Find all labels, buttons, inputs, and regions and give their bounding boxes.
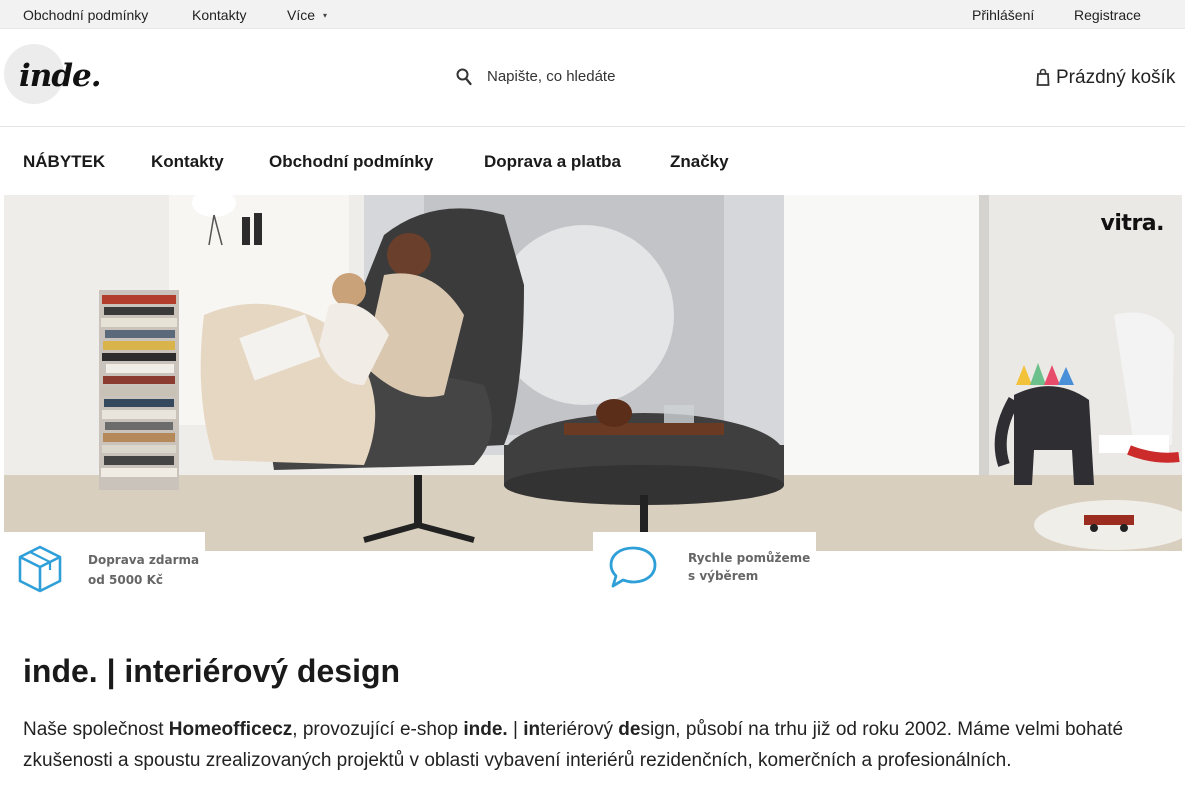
nav-item-terms[interactable]: Obchodní podmínky <box>269 152 433 172</box>
intro-text-1: Naše společnost <box>23 719 169 740</box>
nav-item-shipping[interactable]: Doprava a platba <box>484 152 621 172</box>
search-input[interactable]: Napište, co hledáte <box>487 68 615 85</box>
cart-bag-icon <box>1036 68 1050 86</box>
intro-text-4: teriérový <box>540 719 619 740</box>
benefit-free-shipping: Doprava zdarma od 5000 Kč <box>4 532 205 602</box>
benefit-help-choosing-text: Rychle pomůžeme s výběrem <box>688 549 810 585</box>
top-link-more[interactable]: Více ▾ <box>287 7 327 23</box>
intro-in-highlight: in <box>523 719 541 740</box>
cart-label: Prázdný košík <box>1056 67 1176 88</box>
benefit-line1: Rychle pomůžeme <box>688 551 811 565</box>
benefit-line2: od 5000 Kč <box>88 573 163 587</box>
login-link[interactable]: Přihlášení <box>972 7 1034 23</box>
intro-company-name: Homeofficecz <box>168 719 293 740</box>
top-link-terms[interactable]: Obchodní podmínky <box>23 7 148 23</box>
intro-text-2: , provozující e-shop <box>292 719 464 740</box>
cart-button[interactable]: Prázdný košík <box>1036 57 1181 97</box>
intro-text-3: | <box>507 719 524 740</box>
nav-item-contacts[interactable]: Kontakty <box>151 152 224 172</box>
top-link-more-label: Více <box>287 7 316 23</box>
box-icon <box>18 545 62 593</box>
intro-shop-name: inde. <box>463 719 508 740</box>
register-link[interactable]: Registrace <box>1074 7 1141 23</box>
hero-image <box>4 195 1182 551</box>
intro-de-highlight: de <box>618 719 641 740</box>
hero-banner[interactable]: vitra. <box>4 195 1182 551</box>
site-header: inde. Napište, co hledáte Prázdný košík <box>0 29 1185 127</box>
chevron-down-icon: ▾ <box>323 11 328 20</box>
benefit-free-shipping-text: Doprava zdarma od 5000 Kč <box>88 550 199 590</box>
benefit-help-choosing: Rychle pomůžeme s výběrem <box>593 532 816 602</box>
top-utility-bar: Obchodní podmínky Kontakty Více ▾ Přihláš… <box>0 0 1185 29</box>
benefit-line2: s výběrem <box>688 569 759 583</box>
intro-paragraph: Naše společnost Homeofficecz, provozujíc… <box>23 714 1173 776</box>
top-link-contacts[interactable]: Kontakty <box>192 7 246 23</box>
main-navigation: NÁBYTEK Kontakty Obchodní podmínky Dopra… <box>0 127 1185 195</box>
logo-text: inde. <box>19 58 102 94</box>
page-title: inde. | interiérový design <box>23 653 401 689</box>
search-box[interactable]: Napište, co hledáte <box>450 57 750 97</box>
benefit-line1: Doprava zdarma <box>88 553 200 567</box>
chat-bubble-icon <box>609 546 657 588</box>
vitra-brand-logo: vitra. <box>1100 211 1165 236</box>
search-icon <box>456 68 472 86</box>
nav-item-furniture[interactable]: NÁBYTEK <box>23 152 105 172</box>
logo: inde. <box>4 44 102 104</box>
nav-item-brands[interactable]: Značky <box>670 152 729 172</box>
